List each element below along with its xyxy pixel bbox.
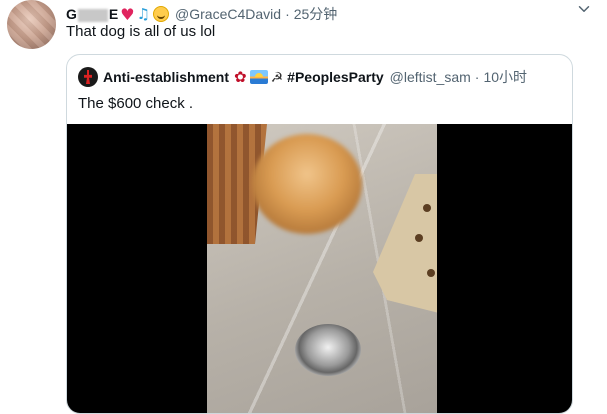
tweet-text: That dog is all of us lol <box>66 23 216 40</box>
hammer-sickle-icon: ☭ <box>270 68 284 85</box>
tweet-timestamp[interactable]: 25分钟 <box>294 4 338 24</box>
rose-icon: ✿ <box>234 69 247 86</box>
smiling-face-icon <box>153 6 170 22</box>
quoted-tweet[interactable]: Anti-establishment ✿ ☭ #PeoplesParty @le… <box>66 54 573 414</box>
separator-dot: · <box>285 6 290 22</box>
redacted-name-block <box>77 8 108 22</box>
sunrise-icon <box>249 70 268 84</box>
author-handle[interactable]: @GraceC4David <box>175 6 281 22</box>
quoted-tweet-header: Anti-establishment ✿ ☭ #PeoplesParty @le… <box>78 67 527 87</box>
author-name[interactable]: GE <box>66 6 118 22</box>
heart-icon: ♥ <box>120 4 135 24</box>
tweet-header: GE ♥ ♫ @GraceC4David · 25分钟 <box>66 4 337 24</box>
quoted-avatar[interactable] <box>78 67 98 87</box>
avatar[interactable] <box>7 0 56 49</box>
quoted-name-emojis: ✿ ☭ <box>234 68 284 87</box>
musical-notes-icon: ♫ <box>136 5 151 23</box>
author-name-end: E <box>108 6 119 22</box>
quoted-timestamp[interactable]: 10小时 <box>483 67 527 87</box>
quoted-author-handle[interactable]: @leftist_sam <box>390 69 471 85</box>
quoted-hashtag[interactable]: #PeoplesParty <box>287 69 384 85</box>
quoted-author-name[interactable]: Anti-establishment <box>103 69 229 85</box>
chevron-down-icon[interactable] <box>575 0 593 18</box>
video-player[interactable] <box>67 124 572 413</box>
author-name-start: G <box>66 6 77 22</box>
empty-bowl-image <box>295 324 361 376</box>
quoted-tweet-text: The $600 check . <box>78 95 194 112</box>
tweet[interactable]: GE ♥ ♫ @GraceC4David · 25分钟 That dog is … <box>0 0 607 414</box>
dog-image <box>252 134 362 234</box>
separator-dot: · <box>474 69 480 85</box>
video-frame <box>207 124 437 413</box>
